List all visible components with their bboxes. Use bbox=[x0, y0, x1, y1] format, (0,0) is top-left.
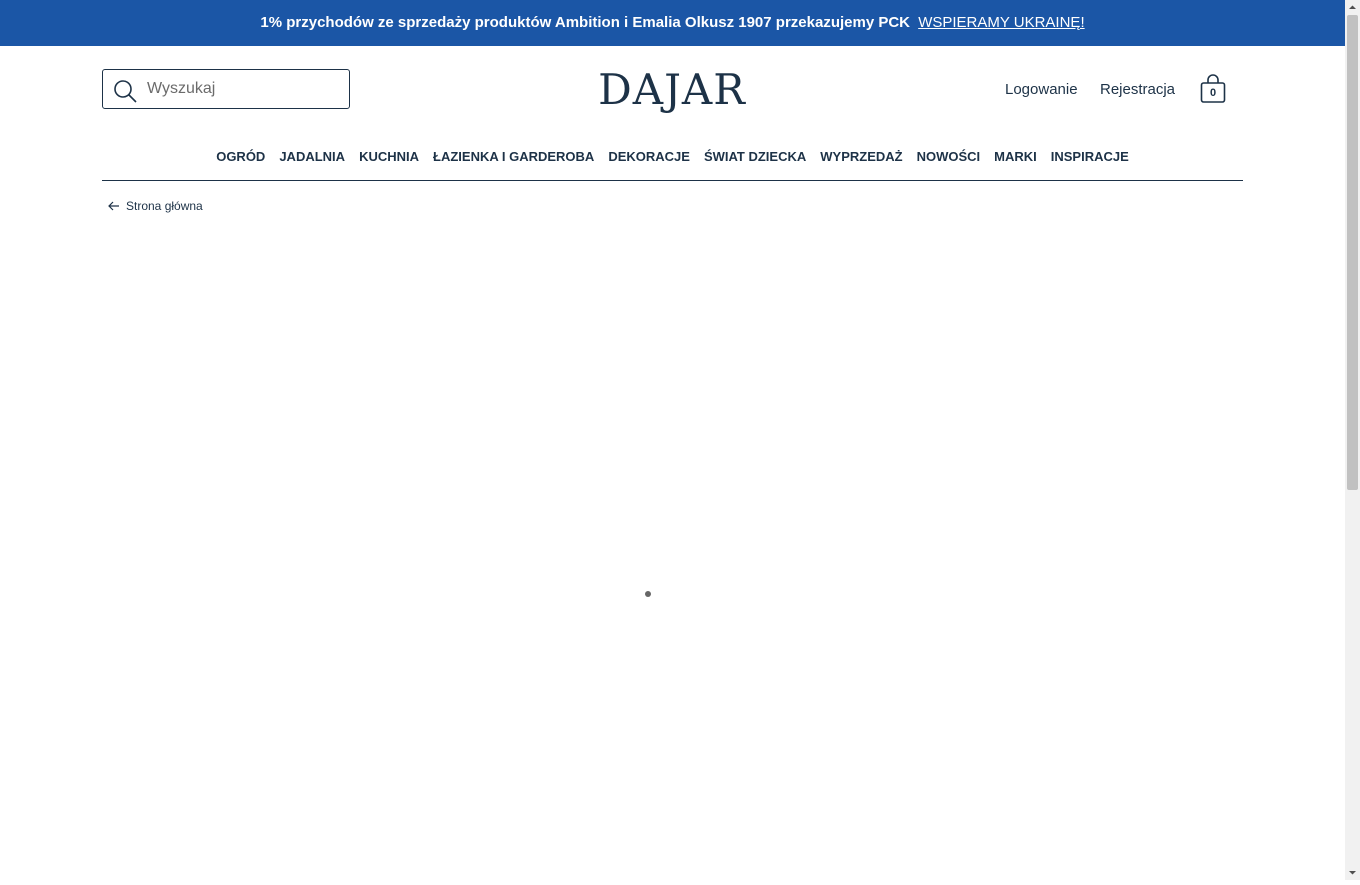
announcement-link[interactable]: WSPIERAMY UKRAINĘ! bbox=[918, 14, 1084, 31]
nav-item-dekoracje[interactable]: DEKORACJE bbox=[601, 149, 697, 164]
arrow-left-icon bbox=[108, 201, 119, 211]
announcement-text: 1% przychodów ze sprzedaży produktów Amb… bbox=[260, 14, 911, 31]
vertical-scrollbar[interactable] bbox=[1345, 0, 1360, 880]
main-nav: OGRÓD JADALNIA KUCHNIA ŁAZIENKA I GARDER… bbox=[102, 136, 1243, 181]
scrollbar-thumb[interactable] bbox=[1347, 15, 1358, 490]
breadcrumb-label: Strona główna bbox=[126, 199, 203, 213]
cart-button[interactable]: 0 bbox=[1200, 74, 1226, 104]
nav-item-nowosci[interactable]: NOWOŚCI bbox=[910, 149, 988, 164]
loading-indicator bbox=[645, 591, 651, 597]
nav-item-marki[interactable]: MARKI bbox=[987, 149, 1044, 164]
announcement-bar: 1% przychodów ze sprzedaży produktów Amb… bbox=[0, 0, 1345, 46]
nav-item-swiat-dziecka[interactable]: ŚWIAT DZIECKA bbox=[697, 149, 813, 164]
nav-item-inspiracje[interactable]: INSPIRACJE bbox=[1044, 149, 1136, 164]
nav-item-wyprzedaz[interactable]: WYPRZEDAŻ bbox=[813, 149, 909, 164]
scroll-up-icon[interactable] bbox=[1345, 0, 1360, 15]
header: DAJAR Logowanie Rejestracja 0 bbox=[0, 46, 1345, 136]
logo[interactable]: DAJAR bbox=[572, 63, 772, 117]
login-link[interactable]: Logowanie bbox=[1005, 81, 1078, 98]
scroll-down-icon[interactable] bbox=[1345, 865, 1360, 880]
nav-item-jadalnia[interactable]: JADALNIA bbox=[272, 149, 352, 164]
nav-item-kuchnia[interactable]: KUCHNIA bbox=[352, 149, 426, 164]
register-link[interactable]: Rejestracja bbox=[1100, 81, 1175, 98]
cart-count: 0 bbox=[1209, 87, 1217, 99]
breadcrumb-home[interactable]: Strona główna bbox=[108, 199, 203, 213]
search-icon[interactable] bbox=[113, 79, 137, 103]
nav-item-ogrod[interactable]: OGRÓD bbox=[209, 149, 272, 164]
nav-item-lazienka[interactable]: ŁAZIENKA I GARDEROBA bbox=[426, 149, 601, 164]
search-box bbox=[102, 69, 350, 109]
account-area: Logowanie Rejestracja 0 bbox=[985, 46, 1345, 136]
search-input[interactable] bbox=[147, 70, 343, 108]
page: 1% przychodów ze sprzedaży produktów Amb… bbox=[0, 0, 1345, 880]
